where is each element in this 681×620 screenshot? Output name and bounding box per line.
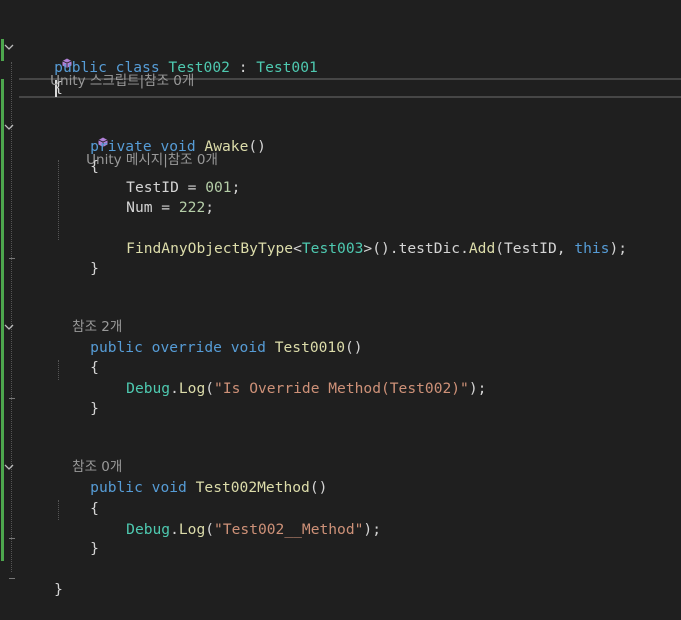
keyword-override: override bbox=[151, 339, 222, 356]
code-line-class-open-brace: { bbox=[19, 58, 63, 96]
open-paren: ( bbox=[205, 380, 215, 397]
code-line-awake-declaration: private void Awake() bbox=[55, 117, 266, 155]
number-literal: 222 bbox=[178, 199, 206, 216]
fold-chevron-icon[interactable] bbox=[3, 461, 17, 475]
open-brace: { bbox=[54, 79, 63, 96]
args: (TestID, bbox=[495, 240, 575, 257]
fold-chevron-icon[interactable] bbox=[3, 321, 17, 335]
code-line-override-debug-log: Debug.Log("Is Override Method(Test002)")… bbox=[91, 359, 486, 397]
fold-end-marker bbox=[9, 538, 15, 539]
code-line-num-assign: Num = 222; bbox=[91, 178, 214, 216]
string-literal: "Test002__Method" bbox=[214, 521, 364, 538]
code-line-override-open-brace: { bbox=[55, 338, 99, 376]
method-name-awake[interactable]: Awake bbox=[204, 138, 248, 155]
code-line-override-declaration: public override void Test0010() bbox=[55, 318, 362, 356]
field-testdic[interactable]: testDic bbox=[399, 240, 461, 257]
dot: . bbox=[170, 380, 179, 397]
method-log[interactable]: Log bbox=[179, 380, 205, 397]
close-brace: } bbox=[54, 581, 63, 598]
method-add[interactable]: Add bbox=[469, 240, 495, 257]
codelens-class[interactable]: Unity 스크립트|참조 0개 bbox=[19, 19, 194, 89]
code-line-find-add: FindAnyObjectByType<Test003>().testDic.A… bbox=[91, 219, 627, 257]
method-name-test0010[interactable]: Test0010 bbox=[275, 339, 345, 356]
code-line-testid-assign: TestID = 001; bbox=[91, 158, 240, 196]
close-paren-semicolon: ); bbox=[468, 380, 487, 397]
open-paren: ( bbox=[205, 521, 215, 538]
close-brace: } bbox=[90, 540, 99, 557]
equals: = bbox=[152, 199, 179, 216]
lt: < bbox=[293, 240, 302, 257]
change-indicator-bar bbox=[1, 79, 4, 561]
type-test003[interactable]: Test003 bbox=[302, 240, 364, 257]
close-brace: } bbox=[90, 260, 99, 277]
close-brace: } bbox=[90, 400, 99, 417]
keyword-void: void bbox=[230, 339, 266, 356]
codelens-awake[interactable]: Unity 메시지|참조 0개 bbox=[55, 98, 218, 168]
code-line-class-declaration: public class Test002 : Test001 bbox=[19, 38, 318, 76]
code-line-awake-close-brace: } bbox=[55, 239, 99, 277]
keyword-this: this bbox=[574, 240, 610, 257]
semicolon: ; bbox=[205, 199, 215, 216]
fold-end-marker bbox=[9, 578, 15, 579]
parens: () bbox=[345, 339, 363, 356]
type-debug[interactable]: Debug bbox=[126, 521, 170, 538]
type-debug[interactable]: Debug bbox=[126, 380, 170, 397]
method-log[interactable]: Log bbox=[179, 521, 205, 538]
code-line-awake-open-brace: { bbox=[55, 137, 99, 175]
method-name-test002method[interactable]: Test002Method bbox=[196, 479, 310, 496]
method-find-any-object[interactable]: FindAnyObjectByType bbox=[126, 240, 293, 257]
code-line-method-debug-log: Debug.Log("Test002__Method"); bbox=[91, 500, 381, 538]
code-line-class-close-brace: } bbox=[19, 560, 63, 598]
variable-num[interactable]: Num bbox=[126, 199, 152, 216]
code-line-method-open-brace: { bbox=[55, 479, 99, 517]
punct: >(). bbox=[363, 240, 399, 257]
fold-end-marker bbox=[9, 258, 15, 259]
string-literal: "Is Override Method(Test002)" bbox=[214, 380, 469, 397]
dot: . bbox=[460, 240, 469, 257]
colon: : bbox=[229, 59, 257, 76]
close-paren-semicolon: ); bbox=[363, 521, 381, 538]
code-line-method-close-brace: } bbox=[55, 519, 99, 557]
codelens-override[interactable]: 참조 2개 bbox=[55, 300, 122, 335]
class-name[interactable]: Test002 bbox=[168, 59, 230, 76]
code-line-method-declaration: public void Test002Method() bbox=[55, 458, 327, 496]
codelens-method[interactable]: 참조 0개 bbox=[55, 440, 122, 475]
base-class-name[interactable]: Test001 bbox=[256, 59, 318, 76]
fold-end-marker bbox=[9, 398, 15, 399]
keyword-class: class bbox=[115, 59, 160, 76]
code-line-override-close-brace: } bbox=[55, 379, 99, 417]
fold-chevron-icon[interactable] bbox=[3, 121, 17, 135]
close-paren-semicolon: ); bbox=[609, 240, 628, 257]
indent-guide bbox=[11, 62, 12, 572]
semicolon: ; bbox=[231, 179, 241, 196]
fold-chevron-icon[interactable] bbox=[3, 41, 17, 55]
keyword-void: void bbox=[151, 479, 187, 496]
parens: () bbox=[309, 479, 328, 496]
keyword-void: void bbox=[160, 138, 196, 155]
parens: () bbox=[248, 138, 266, 155]
keyword-private: private bbox=[90, 138, 152, 155]
code-editor[interactable]: Unity 스크립트|참조 0개 public class Test002 : … bbox=[0, 0, 681, 618]
dot: . bbox=[170, 521, 179, 538]
